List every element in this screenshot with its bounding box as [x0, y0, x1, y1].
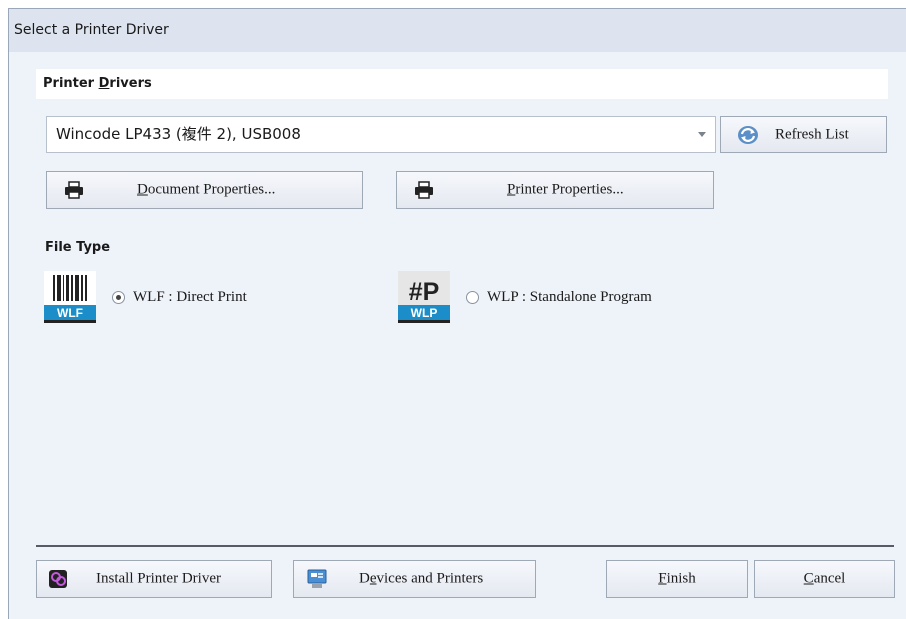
- devices-and-printers-accel: e: [369, 570, 377, 587]
- install-printer-driver-button[interactable]: Install Printer Driver: [36, 560, 272, 598]
- wlp-icon-glyph: #P: [409, 278, 440, 306]
- wlf-icon-text: WLF: [57, 306, 83, 320]
- wlp-radio[interactable]: [466, 291, 479, 304]
- printer-drivers-header: Printer Drivers: [36, 69, 888, 99]
- printer-driver-select[interactable]: Wincode LP433 (複件 2), USB008: [46, 116, 716, 153]
- devices-printers-icon: [306, 569, 328, 589]
- finish-label: Finish: [607, 571, 747, 588]
- devices-and-printers-button[interactable]: Devices and Printers: [293, 560, 536, 598]
- wlf-radio[interactable]: [112, 291, 125, 304]
- printer-drivers-header-accel: D: [98, 76, 110, 91]
- printer-properties-label: Printer Properties...: [507, 182, 624, 199]
- select-printer-driver-dialog: Select a Printer Driver Printer Drivers …: [8, 8, 906, 619]
- printer-properties-label-rest: rinter Properties...: [515, 181, 624, 198]
- barcode-wlf-icon: WLF: [44, 271, 96, 323]
- devices-and-printers-label-first: D: [359, 570, 370, 587]
- file-type-header: File Type: [45, 240, 111, 255]
- devices-and-printers-label-rest: vices and Printers: [376, 570, 484, 587]
- refresh-list-button[interactable]: Refresh List: [720, 116, 887, 153]
- cancel-label: Cancel: [755, 571, 894, 588]
- install-printer-driver-label: Install Printer Driver: [96, 570, 221, 587]
- printer-driver-select-value: Wincode LP433 (複件 2), USB008: [56, 125, 301, 143]
- refresh-list-label: Refresh List: [775, 126, 849, 142]
- devices-and-printers-label: Devices and Printers: [359, 571, 483, 588]
- document-properties-label: Document Properties...: [137, 182, 275, 199]
- printer-drivers-header-rest: rivers: [109, 76, 152, 91]
- refresh-icon: [737, 125, 759, 145]
- footer-separator: [36, 545, 894, 547]
- wlp-option-label: WLP : Standalone Program: [487, 289, 652, 305]
- chevron-down-icon[interactable]: [689, 117, 715, 152]
- wlf-option-label: WLF : Direct Print: [133, 289, 247, 305]
- wlf-radio-dot: [116, 295, 121, 300]
- printer-drivers-header-prefix: Printer: [43, 76, 99, 91]
- finish-accel: F: [658, 570, 667, 587]
- finish-label-rest: inish: [666, 570, 696, 587]
- document-properties-label-rest: ocument Properties...: [147, 181, 276, 198]
- printer-icon: [64, 181, 84, 199]
- printer-icon: [414, 181, 434, 199]
- install-driver-icon: [48, 569, 68, 589]
- cancel-label-rest: ancel: [813, 570, 846, 587]
- document-properties-button[interactable]: Document Properties...: [46, 171, 363, 209]
- cancel-button[interactable]: Cancel: [754, 560, 895, 598]
- file-type-option-wlf[interactable]: WLF : Direct Print: [112, 289, 247, 306]
- printer-properties-button[interactable]: Printer Properties...: [396, 171, 714, 209]
- finish-button[interactable]: Finish: [606, 560, 748, 598]
- hash-p-wlp-icon: #P WLP: [398, 271, 450, 323]
- document-properties-accel: D: [137, 181, 148, 198]
- dialog-title: Select a Printer Driver: [9, 9, 906, 52]
- wlp-icon-text: WLP: [411, 306, 438, 320]
- cancel-accel: C: [803, 570, 814, 587]
- file-type-option-wlp[interactable]: WLP : Standalone Program: [466, 289, 652, 306]
